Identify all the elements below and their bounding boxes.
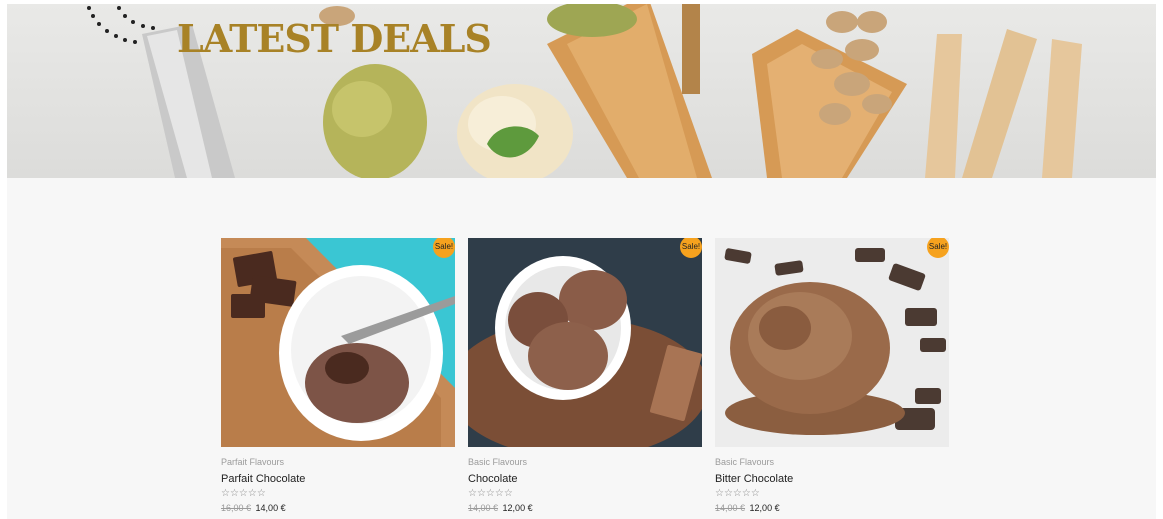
star-rating: ☆☆☆☆☆ <box>715 488 760 499</box>
product-category[interactable]: Basic Flavours <box>715 456 949 468</box>
old-price: 16,00 € <box>221 503 252 513</box>
sale-price: 12,00 € <box>502 503 533 513</box>
sale-price: 12,00 € <box>749 503 780 513</box>
product-category[interactable]: Parfait Flavours <box>221 456 455 468</box>
page: LATEST DEALS Sale! Parfait Flavours Parf… <box>7 4 1156 519</box>
product-price: 16,00 € 14,00 € <box>221 502 455 514</box>
banner-title: LATEST DEALS <box>177 16 492 61</box>
sale-price: 14,00 € <box>255 503 286 513</box>
product-price: 14,00 € 12,00 € <box>715 502 949 514</box>
product-image[interactable]: Sale! <box>715 238 949 447</box>
product-image[interactable]: Sale! <box>468 238 702 447</box>
product-card[interactable]: Sale! Parfait Flavours Parfait Chocolate… <box>221 238 455 514</box>
hero-banner: LATEST DEALS <box>7 4 1156 178</box>
star-rating: ☆☆☆☆☆ <box>468 488 513 499</box>
product-card[interactable]: Sale! Basic Flavours Chocolate ☆☆☆☆☆ 14,… <box>468 238 702 514</box>
old-price: 14,00 € <box>715 503 746 513</box>
product-category[interactable]: Basic Flavours <box>468 456 702 468</box>
product-card[interactable]: Sale! Basic Flavours Bitter Chocolate ☆☆… <box>715 238 949 514</box>
product-title[interactable]: Bitter Chocolate <box>715 472 949 486</box>
star-rating: ☆☆☆☆☆ <box>221 488 266 499</box>
product-title[interactable]: Chocolate <box>468 472 702 486</box>
old-price: 14,00 € <box>468 503 499 513</box>
product-price: 14,00 € 12,00 € <box>468 502 702 514</box>
product-grid: Sale! Parfait Flavours Parfait Chocolate… <box>221 238 961 518</box>
product-image[interactable]: Sale! <box>221 238 455 447</box>
product-title[interactable]: Parfait Chocolate <box>221 472 455 486</box>
